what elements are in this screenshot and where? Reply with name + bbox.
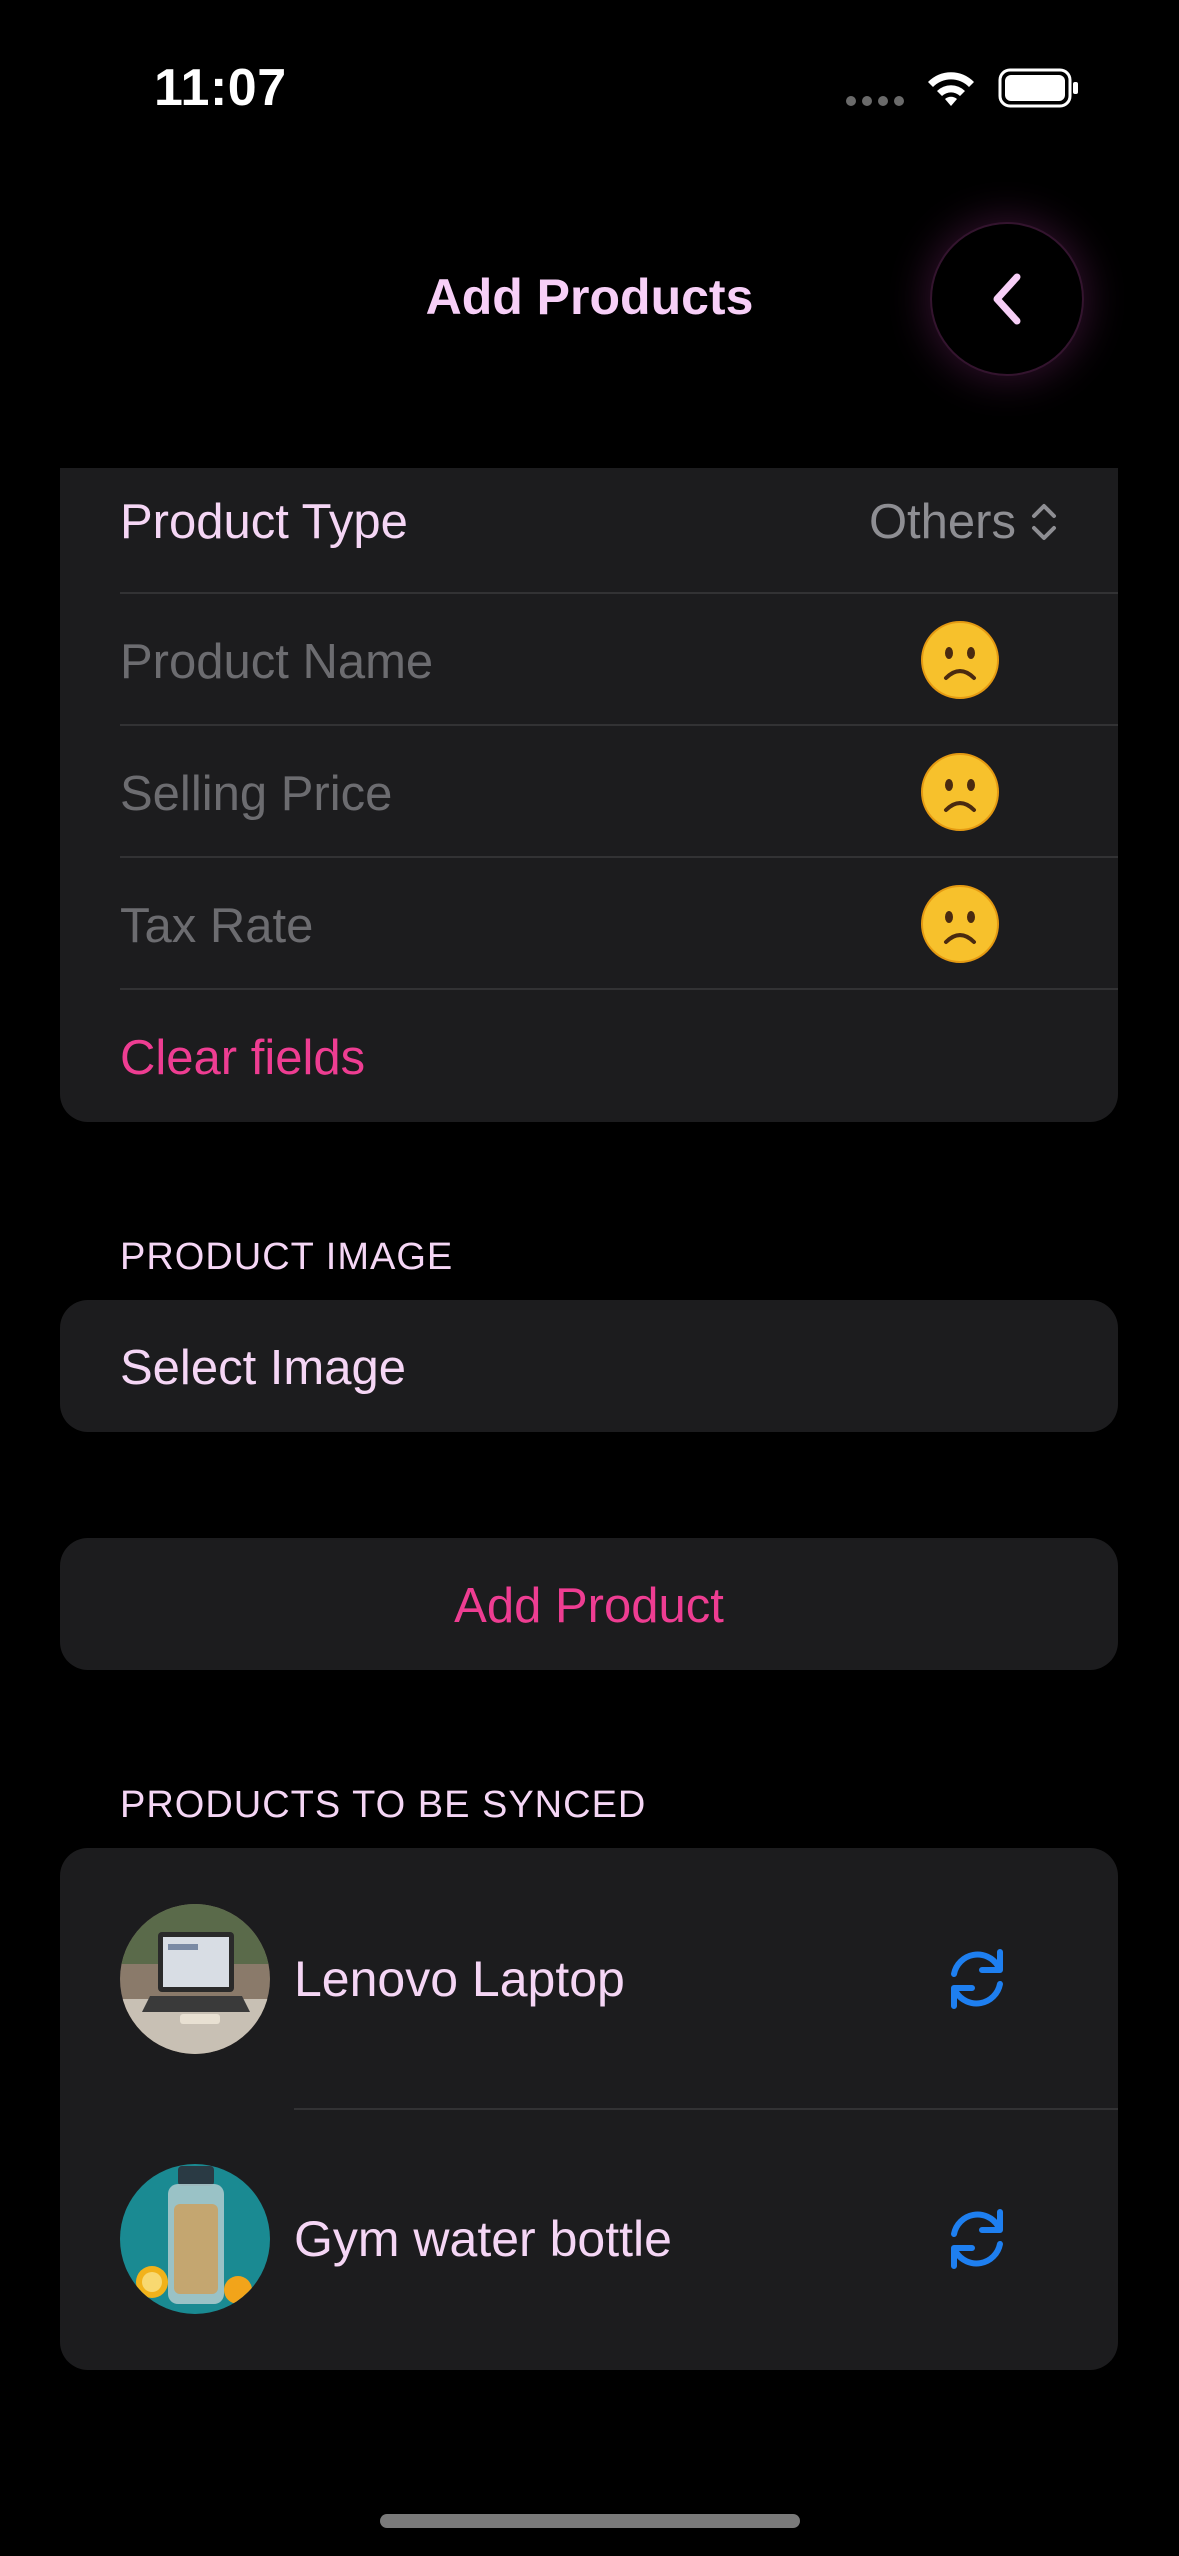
- frowning-face-icon: [921, 753, 999, 831]
- frowning-face-icon: [921, 885, 999, 963]
- battery-icon: [998, 68, 1078, 108]
- product-type-row[interactable]: Product Type Others: [60, 468, 1118, 594]
- status-bar: 11:07: [0, 0, 1179, 170]
- product-name-field[interactable]: Product Name: [120, 634, 433, 690]
- product-image-header: PRODUCT IMAGE: [120, 1236, 454, 1278]
- product-name-row[interactable]: Product Name: [60, 594, 1118, 726]
- sync-icon[interactable]: [942, 2204, 1012, 2274]
- home-indicator[interactable]: [380, 2514, 800, 2528]
- sync-list: Lenovo Laptop Gym water bottle: [60, 1848, 1118, 2370]
- tax-rate-row[interactable]: Tax Rate: [60, 858, 1118, 990]
- cellular-signal-icon: [846, 96, 906, 106]
- sync-section-header: PRODUCTS TO BE SYNCED: [120, 1784, 647, 1826]
- selling-price-row[interactable]: Selling Price: [60, 726, 1118, 858]
- sync-icon[interactable]: [942, 1944, 1012, 2014]
- product-form: Product Type Others Product Name Selling…: [60, 468, 1118, 1122]
- chevron-up-down-icon: [1032, 504, 1056, 540]
- add-product-row[interactable]: Add Product: [60, 1538, 1118, 1670]
- product-name: Lenovo Laptop: [294, 1951, 625, 2007]
- product-type-value: Others: [868, 495, 1016, 549]
- status-time: 11:07: [154, 59, 287, 117]
- chevron-left-icon: [993, 273, 1021, 325]
- wifi-icon: [928, 72, 974, 106]
- clear-fields-button[interactable]: Clear fields: [120, 1030, 365, 1086]
- list-item[interactable]: Gym water bottle: [60, 2110, 1118, 2370]
- product-thumbnail: [120, 1904, 270, 2054]
- list-item[interactable]: Lenovo Laptop: [60, 1848, 1118, 2108]
- product-thumbnail: [120, 2164, 270, 2314]
- product-type-picker[interactable]: Others: [869, 494, 1058, 550]
- clear-fields-row[interactable]: Clear fields: [60, 990, 1118, 1122]
- selling-price-field[interactable]: Selling Price: [120, 766, 392, 822]
- add-product-button[interactable]: Add Product: [60, 1578, 1118, 1634]
- product-name: Gym water bottle: [294, 2211, 672, 2267]
- select-image-button[interactable]: Select Image: [120, 1340, 406, 1396]
- select-image-row[interactable]: Select Image: [60, 1300, 1118, 1432]
- back-button[interactable]: [932, 224, 1082, 374]
- product-type-label: Product Type: [120, 495, 408, 549]
- tax-rate-field[interactable]: Tax Rate: [120, 898, 313, 954]
- frowning-face-icon: [921, 621, 999, 699]
